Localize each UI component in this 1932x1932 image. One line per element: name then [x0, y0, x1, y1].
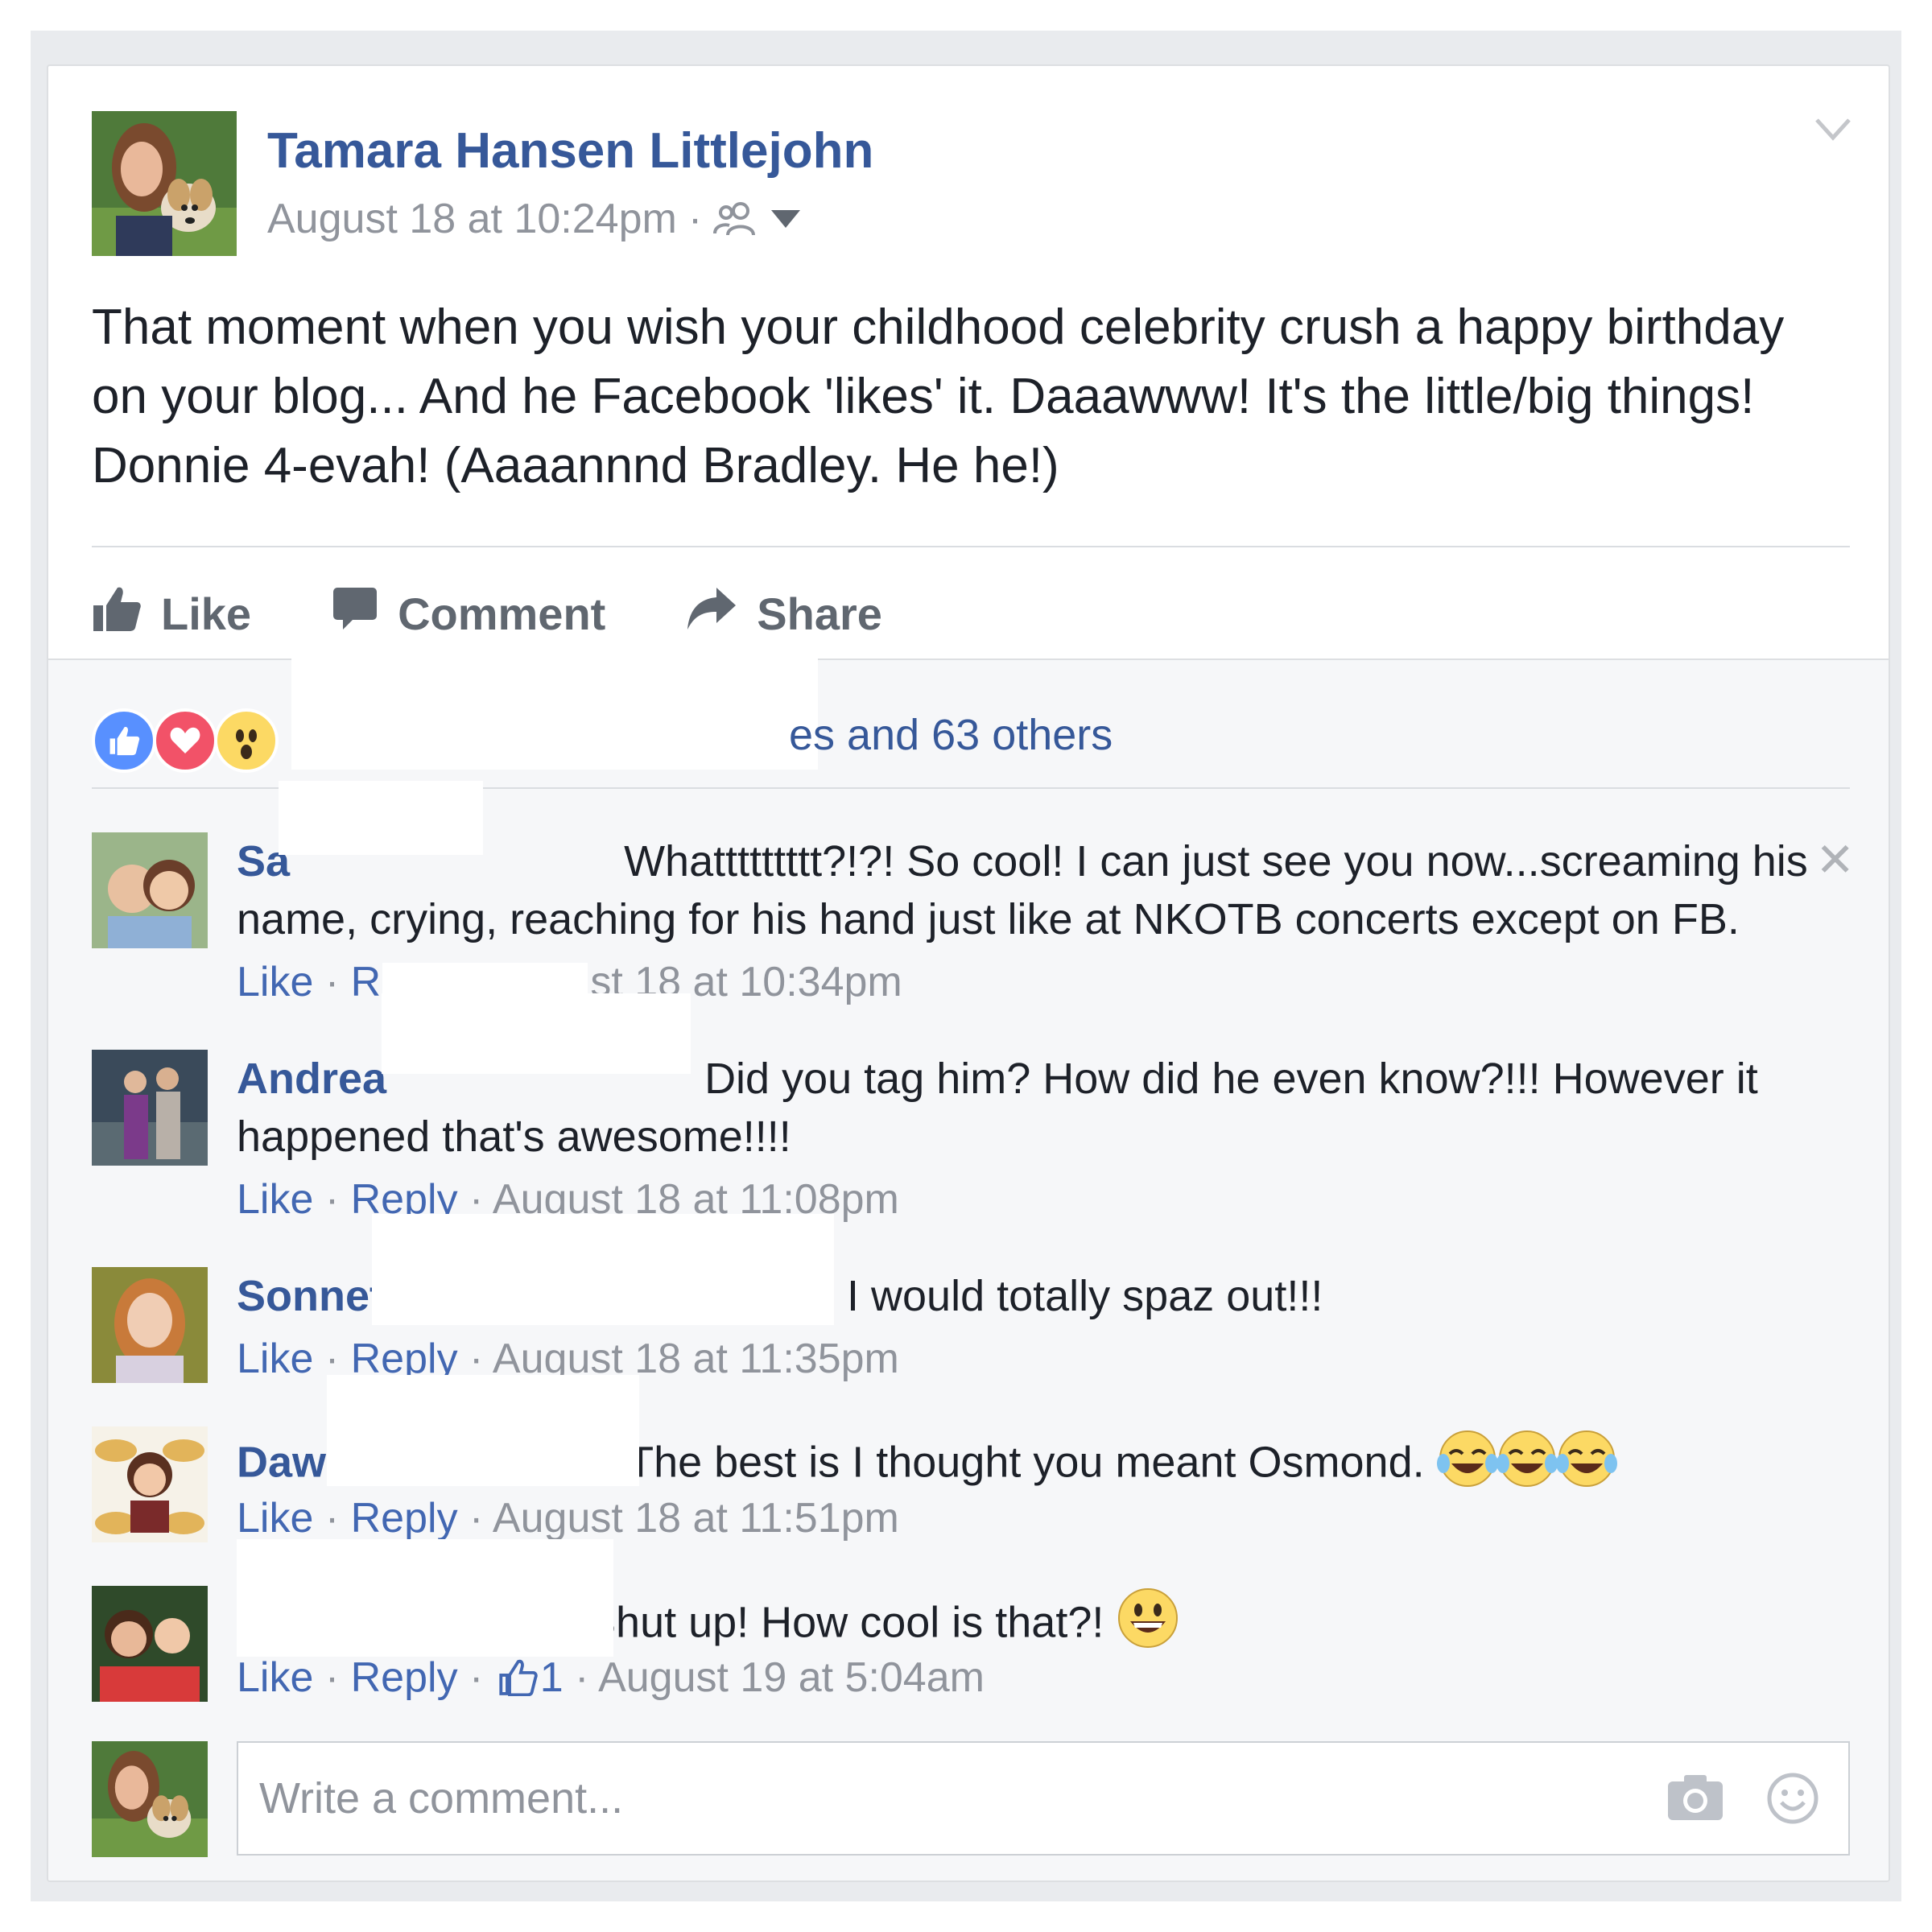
emoji-icon[interactable] [1766, 1772, 1819, 1835]
commenter-avatar[interactable] [92, 1267, 208, 1383]
reaction-icons[interactable]: J [92, 708, 318, 773]
comment-time[interactable]: August 18 at 11:51pm [493, 1495, 899, 1542]
comment-like-count[interactable]: 1 [495, 1654, 575, 1701]
comment-button[interactable]: Comment [332, 586, 605, 642]
commenter-avatar[interactable] [92, 1586, 208, 1702]
commenter-avatar[interactable] [92, 1050, 208, 1166]
share-label: Share [757, 588, 882, 639]
comment-actions: Like · Reply · 1 · August 19 at 5:04am [237, 1654, 985, 1701]
comment-item: Sa Whattttttttt?!?! So cool! I can just … [92, 832, 1855, 1018]
share-button[interactable]: Share [686, 586, 882, 642]
redaction-box [327, 1375, 639, 1486]
reactions-summary[interactable]: es and 63 others [789, 710, 1113, 760]
redaction-box [372, 1214, 834, 1325]
comment-text: Shut up! How cool is that?! [587, 1598, 1104, 1647]
share-icon [686, 586, 737, 642]
comment-input-placeholder: Write a comment... [259, 1774, 624, 1823]
wow-icon [214, 708, 279, 773]
redaction-box [382, 993, 691, 1074]
commenter-name[interactable]: Daw [237, 1438, 326, 1486]
grinning-face-icon [1116, 1586, 1180, 1665]
friends-icon[interactable] [713, 201, 758, 237]
comment-time[interactable]: August 19 at 5:04am [598, 1654, 985, 1701]
camera-icon[interactable] [1666, 1772, 1724, 1835]
comment-input[interactable]: Write a comment... [237, 1741, 1850, 1856]
post-timestamp[interactable]: August 18 at 10:24pm [267, 195, 677, 243]
chevron-down-icon[interactable] [1814, 118, 1852, 146]
meta-separator: · [687, 196, 703, 242]
like-count-value: 1 [539, 1654, 564, 1701]
comment-like-link[interactable]: Like [237, 1495, 313, 1542]
comment-like-link[interactable]: Like [237, 959, 313, 1005]
comment-text: The best is I thought you meant Osmond. [627, 1438, 1425, 1487]
comment-like-link[interactable]: Like [237, 1335, 313, 1382]
commenter-name[interactable]: Andrea [237, 1055, 386, 1103]
post-text: That moment when you wish your childhood… [92, 299, 1785, 493]
comment-text: I would totally spaz out!!! [847, 1272, 1323, 1320]
commenter-avatar[interactable] [92, 1426, 208, 1542]
comment-label: Comment [398, 588, 606, 639]
comment-icon [332, 586, 378, 642]
post-action-bar: Like Comment Share [92, 573, 963, 654]
commenter-name[interactable]: Sonnet [237, 1272, 384, 1320]
comment-like-link[interactable]: Like [237, 1654, 313, 1701]
audience-dropdown-icon[interactable] [770, 208, 802, 229]
redaction-box [291, 657, 818, 770]
comment-reply-link[interactable]: Reply [351, 1495, 458, 1542]
like-button[interactable]: Like [92, 584, 251, 643]
current-user-avatar[interactable] [92, 1741, 208, 1857]
like-label: Like [161, 588, 252, 639]
close-icon[interactable]: ✕ [1815, 832, 1855, 887]
post-meta: August 18 at 10:24pm · [267, 195, 802, 243]
thumbs-up-icon [92, 584, 142, 643]
comment-like-link[interactable]: Like [237, 1176, 313, 1223]
like-icon [92, 708, 156, 773]
author-avatar[interactable] [92, 111, 237, 256]
comments-section: J es and 63 others Sa Whattttttttt?!?! S… [48, 657, 1889, 1880]
tears-of-joy-icon [1436, 1426, 1619, 1504]
post-card: Tamara Hansen Littlejohn August 18 at 10… [47, 64, 1890, 1882]
comment-item: Andrea Did you tag him? How did he even … [92, 1050, 1855, 1235]
redaction-box [279, 781, 483, 855]
comment-reply-link[interactable]: Reply [351, 1654, 458, 1701]
redaction-box [237, 1539, 613, 1657]
action-divider [92, 546, 1850, 547]
commenter-avatar[interactable] [92, 832, 208, 948]
write-comment-row: Write a comment... [92, 1741, 1855, 1857]
comment-actions: Like · Reply · August 18 at 11:51pm [237, 1495, 899, 1542]
author-name[interactable]: Tamara Hansen Littlejohn [267, 122, 873, 180]
love-icon [153, 708, 217, 773]
